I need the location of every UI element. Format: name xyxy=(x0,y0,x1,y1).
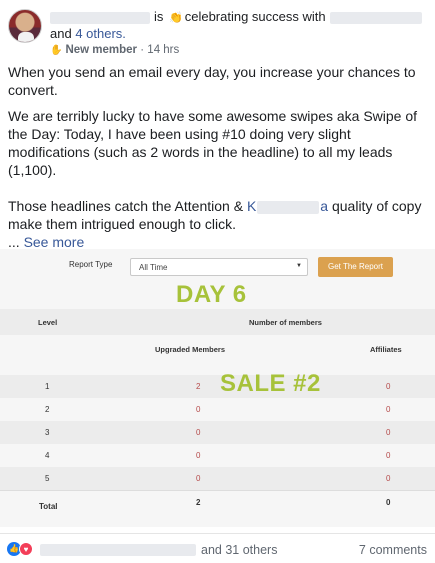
others-prefix: and xyxy=(50,26,72,41)
table-row: 1 2 0 xyxy=(0,375,435,398)
row-upgraded: 0 xyxy=(196,405,201,414)
comments-count[interactable]: 7 comments xyxy=(359,543,427,557)
total-affiliates: 0 xyxy=(386,498,391,507)
table-total-row: Total 2 0 xyxy=(0,492,435,522)
column-level: Level xyxy=(38,318,58,327)
reactions-count[interactable]: and 31 others xyxy=(201,543,277,557)
row-level: 1 xyxy=(45,382,50,391)
post-body: When you send an email every day, you in… xyxy=(8,63,428,251)
get-report-button[interactable]: Get The Report xyxy=(318,257,393,277)
row-level: 5 xyxy=(45,474,50,483)
day-overlay-text: DAY 6 xyxy=(176,281,247,308)
post-header: is 👏 celebrating success with and 4 other… xyxy=(8,5,428,60)
total-label: Total xyxy=(39,502,58,511)
activity-text: celebrating success with xyxy=(184,9,326,24)
love-reaction-icon[interactable]: ♥ xyxy=(19,542,33,556)
post-paragraph-3: Those headlines catch the Attention & Ka… xyxy=(8,197,428,233)
new-member-icon: ✋ xyxy=(50,45,63,56)
meta-separator: · xyxy=(140,44,145,56)
row-affiliates: 0 xyxy=(386,405,391,414)
column-number-of-members: Number of members xyxy=(249,318,322,327)
blurred-link-text[interactable] xyxy=(257,200,320,214)
table-divider xyxy=(0,490,435,491)
table-header-row: Level Number of members xyxy=(0,309,435,335)
blurred-reactor-names[interactable] xyxy=(40,544,196,556)
row-level: 3 xyxy=(45,428,50,437)
see-more-ellipsis: ... xyxy=(8,234,20,250)
row-level: 2 xyxy=(45,405,50,414)
table-row: 3 0 0 xyxy=(0,421,435,444)
report-type-select[interactable]: All Time ▼ xyxy=(130,258,308,276)
action-text: is xyxy=(154,9,164,24)
row-affiliates: 0 xyxy=(386,474,391,483)
header-line-others: and 4 others. xyxy=(50,26,126,41)
table-row: 5 0 0 xyxy=(0,467,435,490)
column-upgraded-members: Upgraded Members xyxy=(155,345,226,354)
post-paragraph-2: We are terribly lucky to have some aweso… xyxy=(8,108,418,178)
table-row: 4 0 0 xyxy=(0,444,435,467)
row-upgraded: 0 xyxy=(196,474,201,483)
dropdown-caret-icon: ▼ xyxy=(296,263,302,269)
column-affiliates: Affiliates xyxy=(370,345,402,354)
paragraph-3-start: Those headlines catch the Attention & xyxy=(8,198,244,214)
post-paragraph-1: When you send an email every day, you in… xyxy=(8,64,416,98)
table-row: 2 0 0 xyxy=(0,398,435,421)
post-footer: 👍 ♥ and 31 others 7 comments xyxy=(0,533,435,563)
row-upgraded: 0 xyxy=(196,451,201,460)
others-link[interactable]: 4 others. xyxy=(75,26,126,41)
post-meta: ✋ New member · 14 hrs xyxy=(50,44,179,56)
new-member-badge: New member xyxy=(65,44,138,56)
row-upgraded: 0 xyxy=(196,428,201,437)
report-type-label: Report Type xyxy=(69,260,113,269)
total-upgraded: 2 xyxy=(196,498,201,507)
see-more-link[interactable]: See more xyxy=(24,234,85,250)
post-timestamp[interactable]: 14 hrs xyxy=(147,44,179,56)
avatar[interactable] xyxy=(8,9,42,43)
row-level: 4 xyxy=(45,451,50,460)
sale-overlay-text: SALE #2 xyxy=(220,370,321,397)
row-upgraded: 2 xyxy=(196,382,201,391)
blurred-author-name[interactable] xyxy=(50,11,150,24)
header-line: is 👏 celebrating success with xyxy=(50,9,422,24)
paragraph-3-k[interactable]: K xyxy=(247,198,256,214)
row-affiliates: 0 xyxy=(386,451,391,460)
report-screenshot: Report Type All Time ▼ Get The Report Le… xyxy=(0,249,435,527)
paragraph-3-a[interactable]: a xyxy=(320,198,328,214)
row-affiliates: 0 xyxy=(386,428,391,437)
report-type-value: All Time xyxy=(139,263,168,272)
blurred-tagged-name[interactable] xyxy=(329,11,422,24)
clapping-hands-icon: 👏 xyxy=(169,12,183,24)
row-affiliates: 0 xyxy=(386,382,391,391)
table-subheader-row: Upgraded Members Affiliates xyxy=(0,335,435,379)
